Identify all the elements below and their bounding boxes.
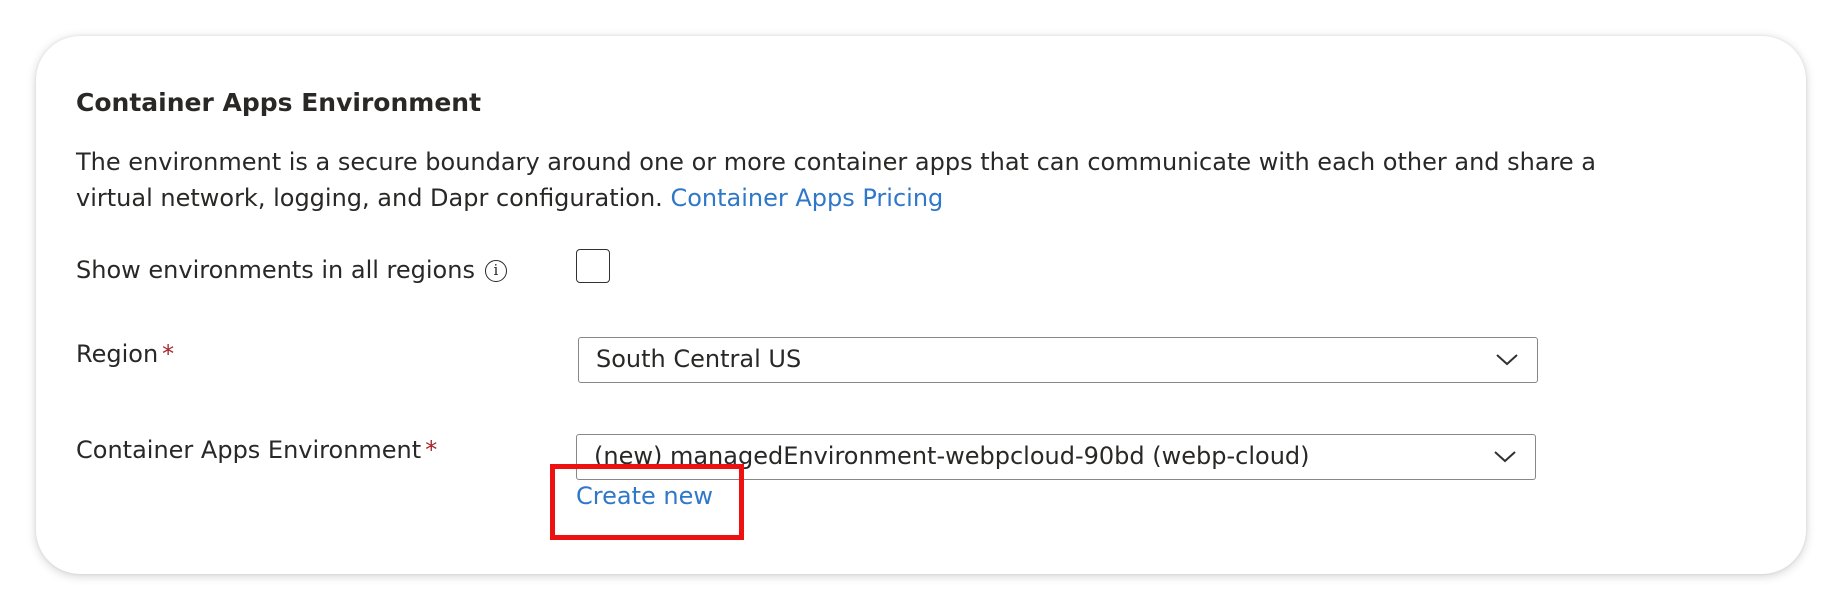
chevron-down-icon xyxy=(1494,451,1516,463)
container-apps-pricing-link[interactable]: Container Apps Pricing xyxy=(670,184,943,212)
show-all-regions-label: Show environments in all regions i xyxy=(76,256,507,284)
section-description: The environment is a secure boundary aro… xyxy=(76,144,1636,216)
section-title: Container Apps Environment xyxy=(76,88,482,117)
region-dropdown-value: South Central US xyxy=(596,345,802,373)
info-icon[interactable]: i xyxy=(484,260,507,282)
region-label: Region * xyxy=(76,340,174,368)
environment-label: Container Apps Environment * xyxy=(76,436,437,464)
environment-label-text: Container Apps Environment xyxy=(76,436,422,464)
required-marker: * xyxy=(425,436,438,464)
show-all-regions-text: Show environments in all regions xyxy=(76,256,475,284)
highlight-box xyxy=(550,464,744,540)
chevron-down-icon xyxy=(1496,354,1518,366)
region-dropdown[interactable]: South Central US xyxy=(578,337,1538,383)
required-marker: * xyxy=(162,340,175,368)
region-label-text: Region xyxy=(76,340,159,368)
show-all-regions-checkbox[interactable] xyxy=(576,249,610,283)
